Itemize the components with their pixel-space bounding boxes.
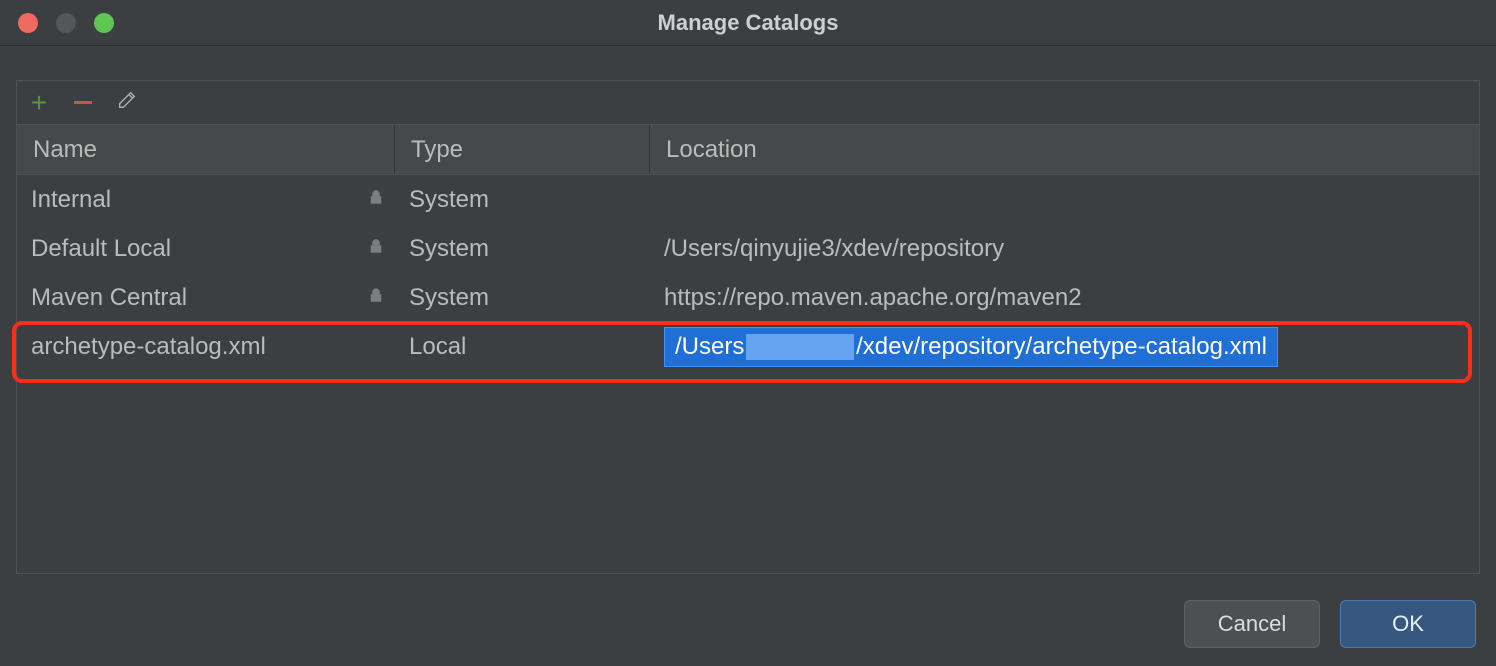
table-body: Internal System Default Local: [17, 175, 1479, 371]
dialog-window: Manage Catalogs + Name Type Location: [0, 0, 1496, 666]
table-header: Name Type Location: [17, 125, 1479, 175]
dialog-content: + Name Type Location Internal: [0, 46, 1496, 582]
cell-name: Maven Central: [31, 284, 187, 312]
cell-type: System: [409, 235, 489, 263]
add-button[interactable]: +: [17, 81, 61, 125]
lock-icon: [367, 235, 385, 263]
cell-name: Default Local: [31, 235, 171, 263]
location-suffix: /xdev/repository/archetype-catalog.xml: [856, 333, 1267, 361]
redacted-text: [746, 334, 854, 360]
cell-name: archetype-catalog.xml: [31, 333, 266, 361]
dialog-title: Manage Catalogs: [0, 10, 1496, 36]
ok-button[interactable]: OK: [1340, 600, 1476, 648]
window-close-button[interactable]: [18, 13, 38, 33]
remove-button[interactable]: [61, 81, 105, 125]
ok-label: OK: [1392, 611, 1424, 637]
window-controls: [18, 13, 114, 33]
cell-type: System: [409, 284, 489, 312]
edit-button[interactable]: [105, 81, 149, 125]
cell-name: Internal: [31, 186, 111, 214]
lock-icon: [367, 186, 385, 214]
window-minimize-button[interactable]: [56, 13, 76, 33]
catalogs-table: Name Type Location Internal System: [16, 124, 1480, 574]
column-header-location[interactable]: Location: [650, 125, 1479, 174]
cell-type: Local: [409, 333, 466, 361]
cancel-button[interactable]: Cancel: [1184, 600, 1320, 648]
cell-location: /Users/qinyujie3/xdev/repository: [664, 235, 1004, 263]
cancel-label: Cancel: [1218, 611, 1286, 637]
toolbar: +: [16, 80, 1480, 124]
window-zoom-button[interactable]: [94, 13, 114, 33]
dialog-button-bar: Cancel OK: [0, 582, 1496, 666]
location-editor[interactable]: /Users/xdev/repository/archetype-catalog…: [664, 327, 1278, 367]
plus-icon: +: [31, 89, 47, 117]
cell-type: System: [409, 186, 489, 214]
location-prefix: /Users: [675, 333, 744, 361]
lock-icon: [367, 284, 385, 312]
pencil-icon: [116, 89, 138, 116]
column-header-type[interactable]: Type: [395, 125, 650, 174]
minus-icon: [74, 101, 92, 104]
cell-location: https://repo.maven.apache.org/maven2: [664, 284, 1082, 312]
table-row[interactable]: Maven Central System https://repo.maven.…: [17, 273, 1479, 322]
table-row[interactable]: Default Local System /Users/qinyujie3/xd…: [17, 224, 1479, 273]
table-row[interactable]: Internal System: [17, 175, 1479, 224]
table-row[interactable]: archetype-catalog.xml Local /Users/xdev/…: [17, 322, 1479, 371]
titlebar: Manage Catalogs: [0, 0, 1496, 46]
column-header-name[interactable]: Name: [17, 125, 395, 174]
